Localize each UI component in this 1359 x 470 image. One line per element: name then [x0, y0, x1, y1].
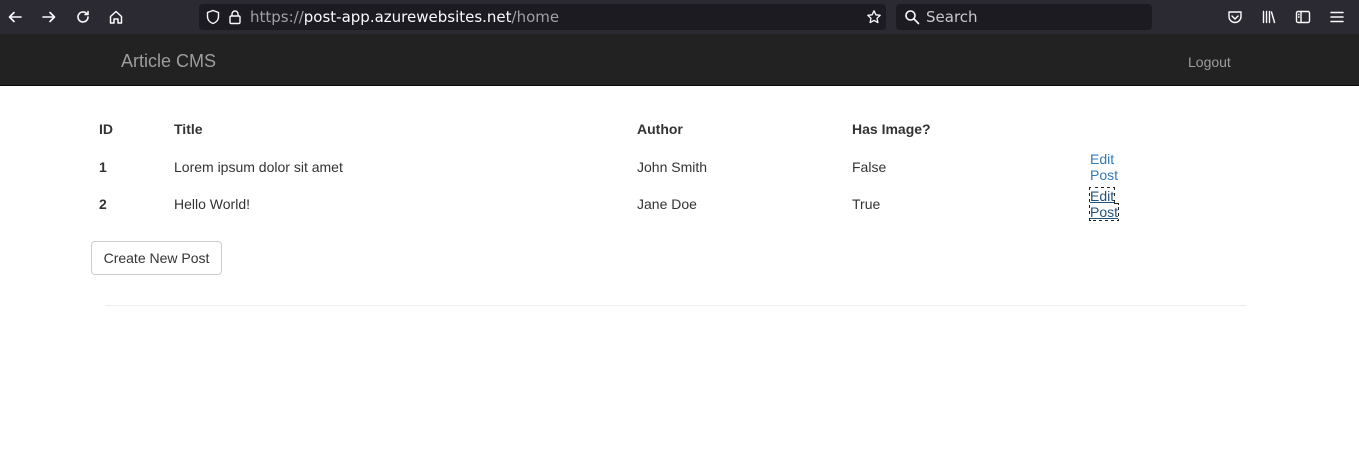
- library-icon: [1262, 10, 1276, 24]
- header-title: Title: [174, 121, 203, 137]
- reload-icon: [77, 10, 89, 23]
- table-row: 2 Hello World! Jane Doe True Edit Post: [91, 185, 1153, 222]
- menu-button[interactable]: [1325, 5, 1349, 29]
- edit-post-link[interactable]: Edit Post: [1088, 186, 1120, 221]
- logout-link[interactable]: Logout: [1188, 54, 1231, 70]
- cell-title: Hello World!: [174, 195, 250, 212]
- address-bar[interactable]: https://post-app.azurewebsites.net/home: [199, 4, 886, 30]
- sidebar-icon: [1295, 10, 1311, 24]
- cell-has-image: False: [852, 158, 887, 175]
- pocket-icon: [1228, 11, 1242, 24]
- search-icon: [905, 10, 920, 25]
- url-path: /home: [511, 8, 560, 26]
- shield-icon[interactable]: [205, 9, 221, 25]
- back-button[interactable]: [3, 5, 27, 29]
- browser-search-bar[interactable]: Search: [896, 4, 1152, 30]
- search-placeholder: Search: [926, 8, 978, 26]
- table-row: 1 Lorem ipsum dolor sit amet John Smith …: [91, 148, 1153, 185]
- footer-divider: [105, 305, 1246, 306]
- arrow-left-icon: [8, 11, 22, 23]
- create-new-post-button[interactable]: Create New Post: [91, 241, 222, 275]
- home-icon: [109, 10, 123, 24]
- lock-icon[interactable]: [227, 9, 243, 25]
- brand-link[interactable]: Article CMS: [121, 51, 216, 71]
- forward-button[interactable]: [37, 5, 61, 29]
- app-navbar: Article CMS Logout: [0, 34, 1359, 86]
- cell-id: 1: [99, 158, 107, 175]
- header-has-image: Has Image?: [852, 121, 931, 137]
- cell-has-image: True: [852, 195, 881, 212]
- table-header-row: ID Title Author Has Image?: [91, 110, 1153, 148]
- url-text: https://post-app.azurewebsites.net/home: [250, 9, 559, 25]
- header-author: Author: [637, 121, 683, 137]
- library-button[interactable]: [1257, 5, 1281, 29]
- cell-actions: Edit Post: [1082, 185, 1153, 222]
- url-host: post-app.azurewebsites.net: [303, 8, 512, 26]
- cell-title: Lorem ipsum dolor sit amet: [174, 158, 343, 175]
- header-id: ID: [99, 121, 113, 137]
- arrow-right-icon: [42, 11, 56, 23]
- cell-author: John Smith: [637, 158, 708, 175]
- sidebar-toggle-button[interactable]: [1291, 5, 1315, 29]
- cell-author: Jane Doe: [637, 195, 697, 212]
- posts-table: ID Title Author Has Image? 1 Lorem ipsum…: [91, 110, 1153, 222]
- home-button[interactable]: [104, 5, 128, 29]
- header-actions: [1082, 110, 1153, 148]
- bookmark-star-icon[interactable]: [866, 9, 882, 25]
- hamburger-menu-icon: [1330, 11, 1344, 23]
- pocket-button[interactable]: [1223, 5, 1247, 29]
- edit-post-link[interactable]: Edit Post: [1090, 151, 1118, 183]
- browser-toolbar: https://post-app.azurewebsites.net/home …: [0, 0, 1359, 34]
- cell-actions: Edit Post: [1082, 148, 1153, 185]
- cell-id: 2: [99, 195, 107, 212]
- reload-button[interactable]: [71, 5, 95, 29]
- url-scheme: https://: [250, 8, 304, 26]
